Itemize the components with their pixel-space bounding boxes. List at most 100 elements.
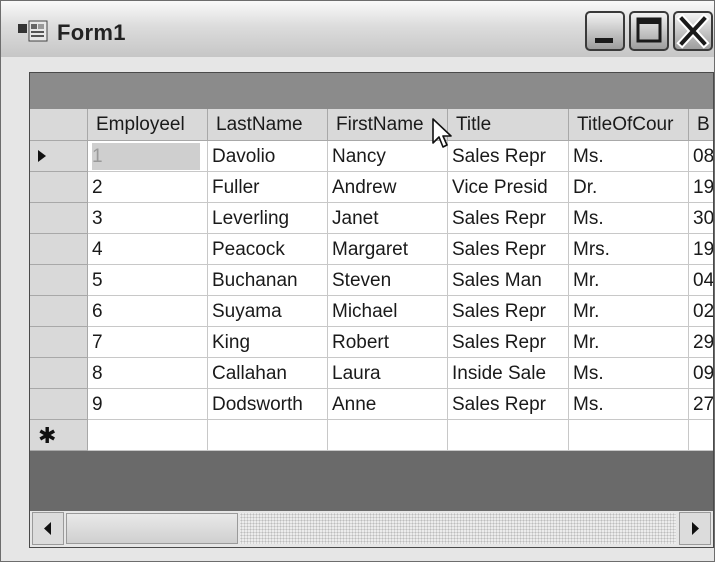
table-cell[interactable] — [569, 420, 689, 451]
scrollbar-thumb[interactable] — [66, 513, 238, 544]
column-header[interactable]: FirstName — [328, 109, 448, 141]
table-cell[interactable]: Sales Man — [448, 265, 569, 296]
table-cell[interactable]: Suyama — [208, 296, 328, 327]
table-cell[interactable]: 19 — [689, 172, 713, 203]
table-cell[interactable]: 9 — [88, 389, 208, 420]
table-cell[interactable]: Robert — [328, 327, 448, 358]
row-header[interactable] — [30, 327, 88, 358]
table-cell[interactable]: Davolio — [208, 141, 328, 172]
column-header[interactable]: TitleOfCour — [569, 109, 689, 141]
table-cell[interactable]: Leverling — [208, 203, 328, 234]
table-cell[interactable]: Nancy — [328, 141, 448, 172]
current-row-arrow-icon — [38, 150, 46, 162]
table-cell[interactable]: 09 — [689, 358, 713, 389]
table-cell[interactable]: Vice Presid — [448, 172, 569, 203]
scroll-right-arrow-icon — [692, 522, 699, 535]
horizontal-scrollbar[interactable] — [30, 511, 713, 547]
table-cell[interactable]: Callahan — [208, 358, 328, 389]
window-title: Form1 — [57, 20, 126, 45]
grid-caption-bar — [30, 73, 713, 109]
table-cell[interactable]: 30 — [689, 203, 713, 234]
table-cell[interactable]: 04 — [689, 265, 713, 296]
table-cell[interactable] — [208, 420, 328, 451]
table-cell[interactable] — [448, 420, 569, 451]
scroll-left-arrow-icon — [44, 522, 51, 535]
data-grid[interactable]: Employeel LastName FirstName Title Title… — [29, 72, 714, 548]
table-cell[interactable]: Sales Repr — [448, 296, 569, 327]
table-cell[interactable]: Ms. — [569, 389, 689, 420]
row-header[interactable] — [30, 296, 88, 327]
table-cell[interactable] — [88, 420, 208, 451]
table-cell[interactable]: Fuller — [208, 172, 328, 203]
table-cell[interactable]: 2 — [88, 172, 208, 203]
row-header[interactable] — [30, 203, 88, 234]
table-cell[interactable]: Laura — [328, 358, 448, 389]
table-cell[interactable]: 08 — [689, 141, 713, 172]
table-cell[interactable]: 3 — [88, 203, 208, 234]
row-header[interactable] — [30, 141, 88, 172]
table-cell[interactable]: Mr. — [569, 327, 689, 358]
table-cell[interactable]: 4 — [88, 234, 208, 265]
row-header[interactable] — [30, 265, 88, 296]
close-icon — [676, 13, 710, 49]
table-cell[interactable] — [328, 420, 448, 451]
row-header[interactable]: ✱ — [30, 420, 88, 451]
minimize-icon — [595, 38, 613, 43]
table-cell[interactable]: Ms. — [569, 358, 689, 389]
table-cell[interactable]: 29 — [689, 327, 713, 358]
table-cell[interactable]: Margaret — [328, 234, 448, 265]
table-cell[interactable]: 8 — [88, 358, 208, 389]
title-bar[interactable]: Form1 — [1, 1, 714, 57]
new-row-asterisk-icon: ✱ — [38, 423, 57, 448]
table-cell[interactable]: 19 — [689, 234, 713, 265]
minimize-button[interactable] — [585, 11, 625, 51]
row-header[interactable] — [30, 358, 88, 389]
table-cell[interactable]: 02 — [689, 296, 713, 327]
table-cell[interactable]: 7 — [88, 327, 208, 358]
maximize-icon — [636, 17, 662, 43]
column-header[interactable]: Employeel — [88, 109, 208, 141]
row-header[interactable] — [30, 172, 88, 203]
row-header[interactable] — [30, 234, 88, 265]
scrollbar-track[interactable] — [240, 513, 676, 544]
maximize-button[interactable] — [629, 11, 669, 51]
table-cell[interactable]: Steven — [328, 265, 448, 296]
table-cell[interactable]: Sales Repr — [448, 327, 569, 358]
table-cell[interactable]: Mr. — [569, 296, 689, 327]
table-cell[interactable]: Sales Repr — [448, 389, 569, 420]
table-cell[interactable]: Janet — [328, 203, 448, 234]
table-cell[interactable]: Sales Repr — [448, 203, 569, 234]
table-cell[interactable]: Inside Sale — [448, 358, 569, 389]
table-cell[interactable]: Dr. — [569, 172, 689, 203]
table-cell[interactable]: Andrew — [328, 172, 448, 203]
table-cell[interactable]: 1 — [88, 141, 208, 172]
table-cell[interactable]: Sales Repr — [448, 234, 569, 265]
app-icon — [18, 20, 48, 42]
scroll-left-button[interactable] — [32, 512, 64, 545]
selected-cell-text: 1 — [92, 143, 200, 170]
table-cell[interactable]: Mr. — [569, 265, 689, 296]
table-cell[interactable]: Mrs. — [569, 234, 689, 265]
table-cell[interactable]: Dodsworth — [208, 389, 328, 420]
table-cell[interactable]: Ms. — [569, 141, 689, 172]
column-header[interactable]: Title — [448, 109, 569, 141]
table-cell[interactable]: Buchanan — [208, 265, 328, 296]
table-cell[interactable]: Anne — [328, 389, 448, 420]
table-cell[interactable]: Peacock — [208, 234, 328, 265]
form1-window: Form1 Employeel LastName FirstName Title… — [0, 0, 715, 562]
table-cell[interactable]: 27 — [689, 389, 713, 420]
column-header[interactable]: B — [689, 109, 713, 141]
mouse-cursor-icon — [432, 118, 452, 148]
table-cell[interactable]: King — [208, 327, 328, 358]
column-header[interactable]: LastName — [208, 109, 328, 141]
table-cell[interactable]: Michael — [328, 296, 448, 327]
table-cell[interactable] — [689, 420, 713, 451]
table-cell[interactable]: Sales Repr — [448, 141, 569, 172]
row-header[interactable] — [30, 389, 88, 420]
table-cell[interactable]: 6 — [88, 296, 208, 327]
close-button[interactable] — [673, 11, 713, 51]
table-cell[interactable]: 5 — [88, 265, 208, 296]
corner-header-cell[interactable] — [30, 109, 88, 141]
table-cell[interactable]: Ms. — [569, 203, 689, 234]
scroll-right-button[interactable] — [679, 512, 711, 545]
